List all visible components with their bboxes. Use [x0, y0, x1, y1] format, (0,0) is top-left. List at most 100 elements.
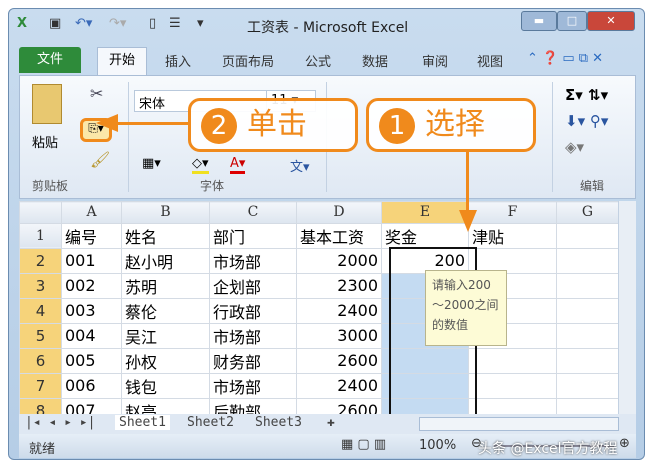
cell[interactable]: [556, 272, 619, 299]
undo-icon[interactable]: ↶▾: [75, 16, 92, 31]
cell[interactable]: 编号: [61, 222, 122, 249]
format-icon[interactable]: ☰: [169, 16, 181, 31]
cell[interactable]: 2400: [296, 372, 382, 399]
cell[interactable]: [468, 347, 557, 374]
font-color-icon[interactable]: A▾: [230, 156, 246, 174]
column-header[interactable]: D: [296, 201, 382, 224]
tab-file[interactable]: 文件: [19, 47, 81, 73]
column-header[interactable]: A: [61, 201, 122, 224]
horizontal-scrollbar[interactable]: [419, 417, 619, 431]
cell[interactable]: 003: [61, 297, 122, 324]
minimize-button[interactable]: ▬: [521, 11, 557, 31]
view-buttons-icon[interactable]: ▦ ▢ ▥: [341, 437, 386, 452]
tab-home[interactable]: 开始: [97, 47, 147, 77]
cell[interactable]: 孙权: [121, 347, 210, 374]
border-icon[interactable]: ▦▾: [142, 156, 161, 171]
cell[interactable]: 后勤部: [209, 397, 297, 414]
column-header[interactable]: G: [556, 201, 619, 224]
tab-insert[interactable]: 插入: [165, 51, 191, 70]
cell[interactable]: [556, 322, 619, 349]
maximize-button[interactable]: □: [557, 11, 587, 31]
help-icon[interactable]: ⌃ ❓ ▭ ⧉ ✕: [527, 51, 603, 66]
cell[interactable]: 吴江: [121, 322, 210, 349]
cell[interactable]: 004: [61, 322, 122, 349]
row-header[interactable]: 6: [19, 347, 62, 374]
tab-view[interactable]: 视图: [477, 51, 503, 70]
cell[interactable]: [556, 247, 619, 274]
cell[interactable]: [556, 372, 619, 399]
cell[interactable]: 企划部: [209, 272, 297, 299]
cell[interactable]: 钱包: [121, 372, 210, 399]
insert-sheet-icon[interactable]: ✚: [327, 415, 335, 430]
fill-color-icon[interactable]: ◇▾: [192, 156, 209, 174]
cell[interactable]: 市场部: [209, 322, 297, 349]
tab-review[interactable]: 审阅: [422, 51, 448, 70]
cell[interactable]: 赵小明: [121, 247, 210, 274]
paste-button[interactable]: 粘贴: [32, 132, 58, 151]
column-header[interactable]: C: [209, 201, 297, 224]
fill-icon[interactable]: ⬇▾ ⚲▾: [565, 112, 608, 130]
row-header[interactable]: 8: [19, 397, 62, 414]
cell[interactable]: 姓名: [121, 222, 210, 249]
cell[interactable]: 2600: [296, 397, 382, 414]
cell[interactable]: 赵亮: [121, 397, 210, 414]
cell[interactable]: 2300: [296, 272, 382, 299]
column-header[interactable]: B: [121, 201, 210, 224]
sheet-tab-3[interactable]: Sheet3: [255, 415, 302, 430]
autosum-icon[interactable]: Σ▾ ⇅▾: [565, 86, 608, 104]
cell[interactable]: [556, 222, 619, 249]
cell[interactable]: 行政部: [209, 297, 297, 324]
tab-data[interactable]: 数据: [362, 51, 388, 70]
row-header[interactable]: 1: [19, 222, 62, 249]
tab-formulas[interactable]: 公式: [305, 51, 331, 70]
cell[interactable]: 奖金: [381, 222, 469, 249]
cell[interactable]: 007: [61, 397, 122, 414]
column-header[interactable]: E: [381, 201, 469, 224]
cell[interactable]: 财务部: [209, 347, 297, 374]
cell[interactable]: 市场部: [209, 372, 297, 399]
cell[interactable]: 津贴: [468, 222, 557, 249]
cell[interactable]: 2000: [296, 247, 382, 274]
row-header[interactable]: 7: [19, 372, 62, 399]
cell[interactable]: 基本工资: [296, 222, 382, 249]
clear-icon[interactable]: ◈▾: [565, 138, 584, 156]
cell[interactable]: 3000: [296, 322, 382, 349]
row-header[interactable]: 2: [19, 247, 62, 274]
zoom-in-icon[interactable]: ⊕: [619, 436, 630, 451]
redo-icon[interactable]: ↷▾: [109, 16, 126, 31]
select-all[interactable]: [19, 201, 62, 224]
close-button[interactable]: ✕: [587, 11, 635, 31]
row-header[interactable]: 3: [19, 272, 62, 299]
cell[interactable]: 001: [61, 247, 122, 274]
sheet-nav-icon[interactable]: |◂ ◂ ▸ ▸|: [25, 415, 95, 430]
cell[interactable]: 苏明: [121, 272, 210, 299]
cell[interactable]: [468, 372, 557, 399]
cell[interactable]: [556, 297, 619, 324]
sheet-tab-1[interactable]: Sheet1: [115, 415, 170, 430]
zoom-level[interactable]: 100%: [419, 438, 456, 453]
new-icon[interactable]: ▯: [149, 16, 156, 31]
cell[interactable]: 市场部: [209, 247, 297, 274]
row-header[interactable]: 4: [19, 297, 62, 324]
cell[interactable]: 2600: [296, 347, 382, 374]
cell[interactable]: [556, 347, 619, 374]
tab-page-layout[interactable]: 页面布局: [222, 51, 274, 70]
paste-icon[interactable]: [32, 84, 62, 124]
cell[interactable]: 006: [61, 372, 122, 399]
row-header[interactable]: 5: [19, 322, 62, 349]
cell[interactable]: [556, 397, 619, 414]
cell-table[interactable]: A B C D E F G 1 编号 姓名 部门 基本工资 奖金 津贴 2 001 赵小明 市场部 2…: [19, 201, 619, 414]
cut-icon[interactable]: ✂: [90, 84, 103, 103]
cell[interactable]: 部门: [209, 222, 297, 249]
vertical-scrollbar[interactable]: [618, 201, 636, 414]
sheet-tab-2[interactable]: Sheet2: [187, 415, 234, 430]
cell[interactable]: [468, 397, 557, 414]
format-painter-icon[interactable]: 🖌: [90, 150, 110, 169]
cell[interactable]: 002: [61, 272, 122, 299]
column-header[interactable]: F: [468, 201, 557, 224]
save-icon[interactable]: ▣: [49, 16, 61, 31]
worksheet-grid[interactable]: A B C D E F G 1 编号 姓名 部门 基本工资 奖金 津贴 2 001 赵小明 市场部 2…: [19, 201, 636, 414]
cell[interactable]: 005: [61, 347, 122, 374]
cell[interactable]: 蔡伦: [121, 297, 210, 324]
phonetic-icon[interactable]: 文▾: [290, 156, 310, 175]
